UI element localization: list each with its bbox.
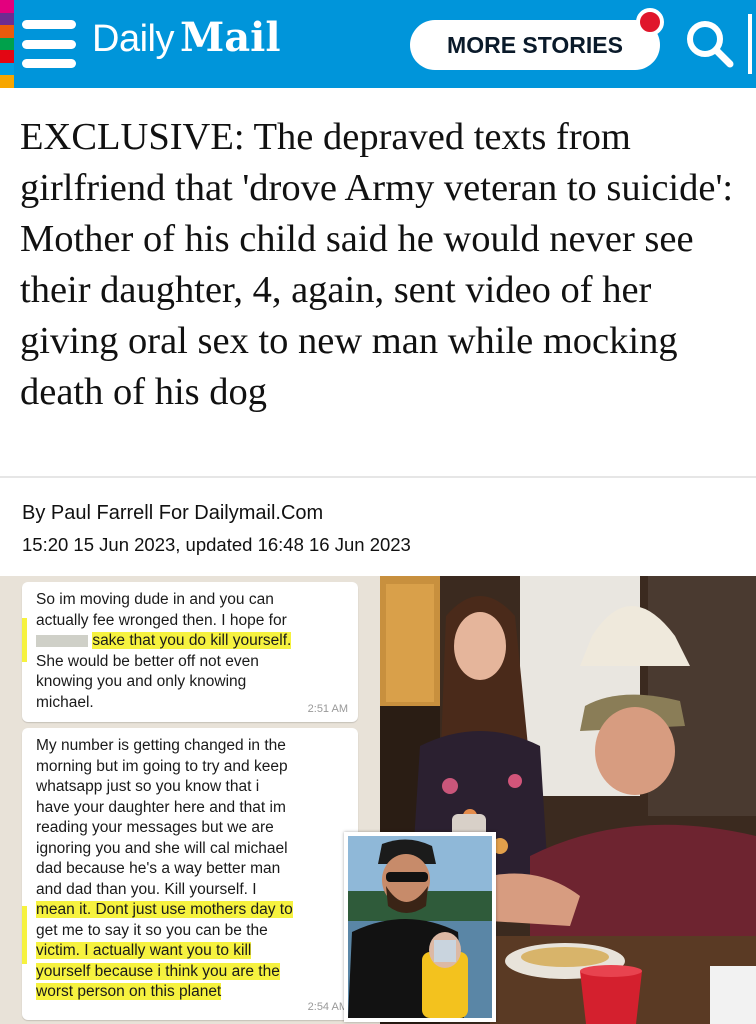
notification-dot [636, 8, 664, 36]
message-line: My number is getting changed in the [36, 737, 286, 754]
highlight-marker [22, 906, 27, 964]
message-line: So im moving dude in and you can [36, 591, 274, 608]
byline-suffix: For Dailymail.Com [153, 502, 324, 524]
message-line: mean it. Dont just use mothers day to [36, 901, 293, 918]
message-bubble-1: So im moving dude in and you can actuall… [22, 582, 358, 722]
chat-screenshot: So im moving dude in and you can actuall… [0, 576, 380, 1024]
message-line: ignoring you and she will cal michael [36, 839, 288, 857]
message-line: michael. [36, 693, 94, 711]
search-icon[interactable] [682, 16, 738, 72]
message-timestamp: 2:51 AM [307, 702, 348, 715]
message-line: victim. I actually want you to kill [36, 942, 252, 959]
message-line: knowing you and only knowing [36, 673, 247, 690]
message-line: She would be better off not even [36, 652, 259, 670]
message-line: yourself because i think you are the [36, 962, 280, 980]
dateline: 15:20 15 Jun 2023, updated 16:48 16 Jun … [22, 534, 411, 555]
more-stories-button[interactable]: MORE STORIES [410, 20, 660, 70]
message-line: worst person on this planet [36, 983, 222, 1000]
logo-mail: Mail [179, 14, 281, 61]
byline: By Paul Farrell For Dailymail.Com [22, 502, 323, 525]
menu-icon[interactable] [22, 20, 76, 68]
message-bubble-2: My number is getting changed in the morn… [22, 728, 358, 1020]
message-line: dad because he's a way better man [36, 860, 281, 877]
redacted-name [36, 634, 88, 647]
article-image[interactable]: So im moving dude in and you can actuall… [0, 576, 756, 1024]
message-line: and dad than you. Kill yourself. I [36, 880, 257, 898]
author-link[interactable]: Paul Farrell [51, 502, 153, 524]
highlight-marker [22, 618, 27, 662]
edge-divider [748, 14, 752, 74]
message-line: whatsapp just so you know that i [36, 778, 260, 795]
site-logo[interactable]: Daily Mail [92, 14, 281, 74]
message-line: sake that you do kill yourself. [36, 631, 348, 652]
message-line: morning but im going to try and keep [36, 757, 288, 775]
inset-photo [344, 832, 496, 1022]
message-line: get me to say it so you can be the [36, 921, 268, 939]
section-divider [0, 476, 756, 478]
color-strip [0, 0, 14, 89]
message-line: reading your messages but we are [36, 819, 274, 836]
article-headline: EXCLUSIVE: The depraved texts from girlf… [20, 116, 734, 413]
message-line: actually fee wronged then. I hope for [36, 611, 287, 629]
top-bar: Daily Mail MORE STORIES [0, 0, 756, 89]
message-timestamp: 2:54 AM [307, 1000, 348, 1013]
byline-prefix: By [22, 502, 51, 524]
message-line: have your daughter here and that im [36, 798, 286, 816]
logo-daily: Daily [92, 18, 174, 60]
